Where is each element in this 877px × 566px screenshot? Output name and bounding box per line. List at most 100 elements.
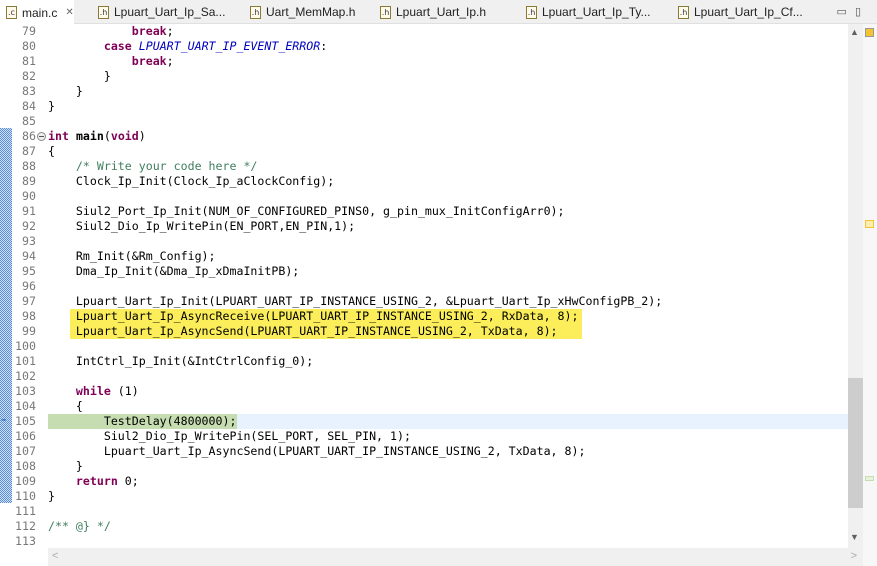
code-token: { [48,399,83,413]
code-line[interactable]: 82 } [0,69,848,84]
code-line[interactable]: 91 Siul2_Port_Ip_Init(NUM_OF_CONFIGURED_… [0,204,848,219]
line-number: 105 [15,414,36,428]
code-line[interactable]: 88 /* Write your code here */ [0,159,848,174]
code-token: } [48,459,83,473]
code-token: ; [166,54,174,68]
code-line[interactable]: 90 [0,189,848,204]
tab-5[interactable]: .h Lpuart_Uart_Ip_Cf... [672,0,803,24]
code-line[interactable]: 81 break; [0,54,848,69]
maximize-icon[interactable]: ▯ [855,6,869,18]
code-token: Lpuart_Uart_Ip_AsyncReceive(LPUART_UART_… [48,309,579,323]
line-number: 93 [22,234,36,248]
horizontal-scrollbar[interactable]: < > [48,548,863,566]
scroll-right-icon[interactable]: > [851,550,857,562]
code-line[interactable]: 93 [0,234,848,249]
code-text: /** @} */ [48,519,111,534]
line-number: 89 [22,174,36,188]
tab-2[interactable]: .h Uart_MemMap.h [244,0,355,24]
code-line[interactable]: 108 } [0,459,848,474]
code-line[interactable]: 87 { [0,144,848,159]
code-line[interactable]: 113 [0,534,848,548]
line-number: 102 [15,369,36,383]
tab-3[interactable]: .h Lpuart_Uart_Ip.h [374,0,486,24]
line-number: 97 [22,294,36,308]
line-number: 111 [15,504,36,518]
file-icon: .h [98,5,109,19]
code-line[interactable]: 101 IntCtrl_Ip_Init(&IntCtrlConfig_0); [0,354,848,369]
tab-1[interactable]: .h Lpuart_Uart_Ip_Sa... [92,0,225,24]
line-number: 81 [22,54,36,68]
code-line[interactable]: 109 return 0; [0,474,848,489]
line-number: 107 [15,444,36,458]
tab-0[interactable]: .c main.c ✕ [0,0,74,25]
code-line[interactable]: 110} [0,489,848,504]
code-token: break [131,54,167,68]
code-text: Siul2_Port_Ip_Init(NUM_OF_CONFIGURED_PIN… [48,204,565,219]
code-text: Lpuart_Uart_Ip_AsyncSend(LPUART_UART_IP_… [48,444,586,459]
line-number: 99 [22,324,36,338]
code-line[interactable]: 94 Rm_Init(&Rm_Config); [0,249,848,264]
code-line[interactable]: 98 Lpuart_Uart_Ip_AsyncReceive(LPUART_UA… [0,309,848,324]
code-line[interactable]: 89 Clock_Ip_Init(Clock_Ip_aClockConfig); [0,174,848,189]
code-line[interactable]: 111 [0,504,848,519]
scrollbar-thumb[interactable] [848,378,863,508]
highlight-marker[interactable] [865,220,874,228]
code-line[interactable]: 96 [0,279,848,294]
code-token: Clock_Ip_Init(Clock_Ip_aClockConfig); [48,174,335,188]
code-line[interactable]: 95 Dma_Ip_Init(&Dma_Ip_xDmaInitPB); [0,264,848,279]
current-line-marker[interactable] [865,476,874,481]
code-line[interactable]: 80 case LPUART_UART_IP_EVENT_ERROR: [0,39,848,54]
code-line[interactable]: 107 Lpuart_Uart_Ip_AsyncSend(LPUART_UART… [0,444,848,459]
line-number: 85 [22,114,36,128]
line-number: 92 [22,219,36,233]
tab-label: main.c [22,5,58,20]
code-token: (1) [110,384,139,398]
code-line[interactable]: 106 Siul2_Dio_Ip_WritePin(SEL_PORT, SEL_… [0,429,848,444]
line-number: 108 [15,459,36,473]
code-line[interactable]: 84} [0,99,848,114]
file-icon: .c [6,6,17,19]
code-text: Siul2_Dio_Ip_WritePin(SEL_PORT, SEL_PIN,… [48,429,411,444]
code-line[interactable]: 104 { [0,399,848,414]
code-line[interactable]: 100 [0,339,848,354]
code-line[interactable]: 83 } [0,84,848,99]
code-token: /* Write your code here */ [75,159,258,173]
window-controls[interactable]: ▭▯ [837,5,869,18]
code-text: Lpuart_Uart_Ip_Init(LPUART_UART_IP_INSTA… [48,294,662,309]
overview-ruler[interactable] [863,24,877,566]
code-token: ; [166,24,174,38]
minimize-icon[interactable]: ▭ [837,6,855,18]
tab-4[interactable]: .h Lpuart_Uart_Ip_Ty... [520,0,651,24]
close-tab-icon[interactable]: ✕ [65,7,73,18]
warning-summary-icon[interactable] [865,28,874,37]
code-text: } [48,99,55,114]
code-line[interactable]: 97 Lpuart_Uart_Ip_Init(LPUART_UART_IP_IN… [0,294,848,309]
scroll-down-icon[interactable]: ▼ [850,532,859,542]
code-line[interactable]: 102 [0,369,848,384]
line-number: 84 [22,99,36,113]
code-token: } [48,99,55,113]
code-token: ( [103,129,111,143]
code-token: LPUART_UART_IP_EVENT_ERROR [138,39,321,53]
scroll-up-icon[interactable]: ▲ [850,27,859,37]
code-line[interactable]: 112 /** @} */ [0,519,848,534]
line-number: 88 [22,159,36,173]
code-line[interactable]: ➡ 105 TestDelay(4800000); [0,414,848,429]
scroll-left-icon[interactable]: < [52,550,58,562]
code-line[interactable]: 103 while (1) [0,384,848,399]
code-line[interactable]: 86 int main(void) [0,129,848,144]
code-token: break [131,24,167,38]
file-icon: .h [526,5,537,19]
code-line[interactable]: 85 [0,114,848,129]
code-line[interactable]: 92 Siul2_Dio_Ip_WritePin(EN_PORT,EN_PIN,… [0,219,848,234]
vertical-scrollbar[interactable]: ▲ ▼ [848,24,863,548]
line-number: 106 [15,429,36,443]
line-number: 101 [15,354,36,368]
code-token: Rm_Init(&Rm_Config); [48,249,216,263]
code-line[interactable]: 79 break; [0,24,848,39]
fold-collapse-icon[interactable] [37,132,46,141]
code-editor[interactable]: 79 break; 80 case LPUART_UART_IP_EVENT_ER… [0,24,848,548]
code-text: Lpuart_Uart_Ip_AsyncReceive(LPUART_UART_… [48,309,579,324]
code-line[interactable]: 99 Lpuart_Uart_Ip_AsyncSend(LPUART_UART_… [0,324,848,339]
